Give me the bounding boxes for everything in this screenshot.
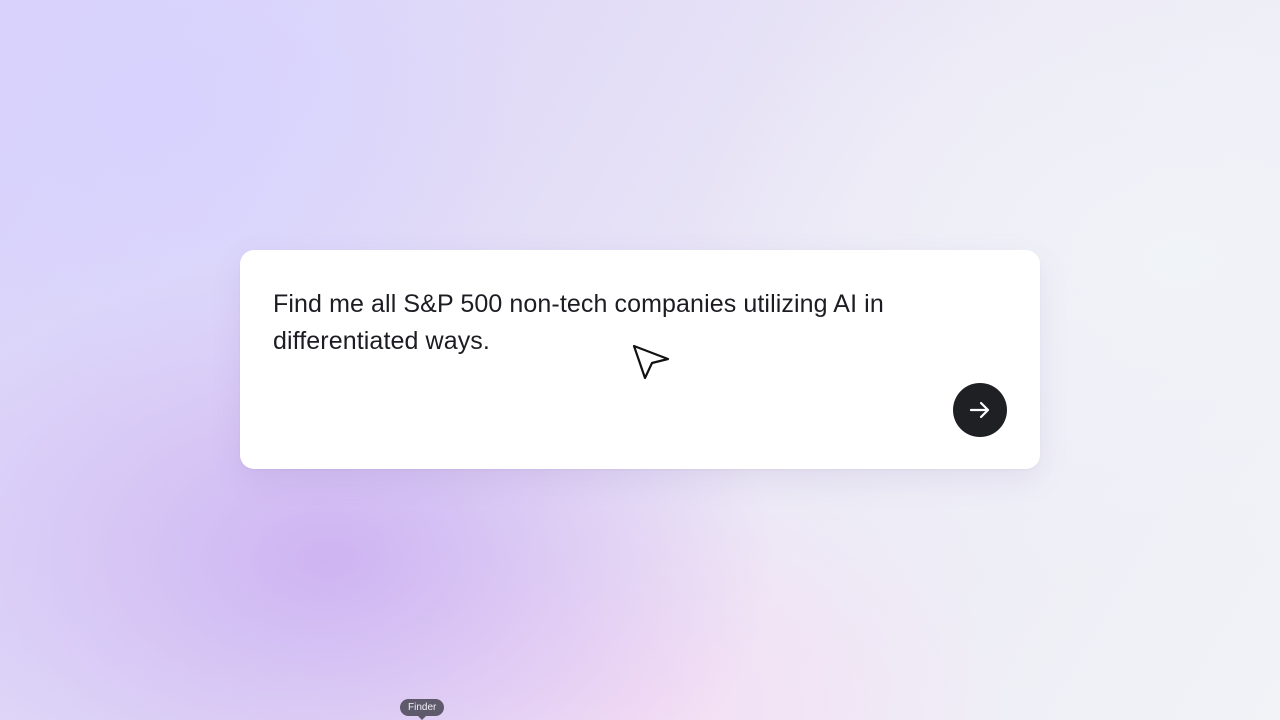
dock-tooltip: Finder: [400, 699, 445, 720]
arrow-right-icon: [969, 401, 990, 419]
prompt-card: Find me all S&P 500 non-tech companies u…: [240, 250, 1040, 469]
send-button[interactable]: [953, 383, 1007, 437]
prompt-input[interactable]: Find me all S&P 500 non-tech companies u…: [273, 286, 993, 360]
